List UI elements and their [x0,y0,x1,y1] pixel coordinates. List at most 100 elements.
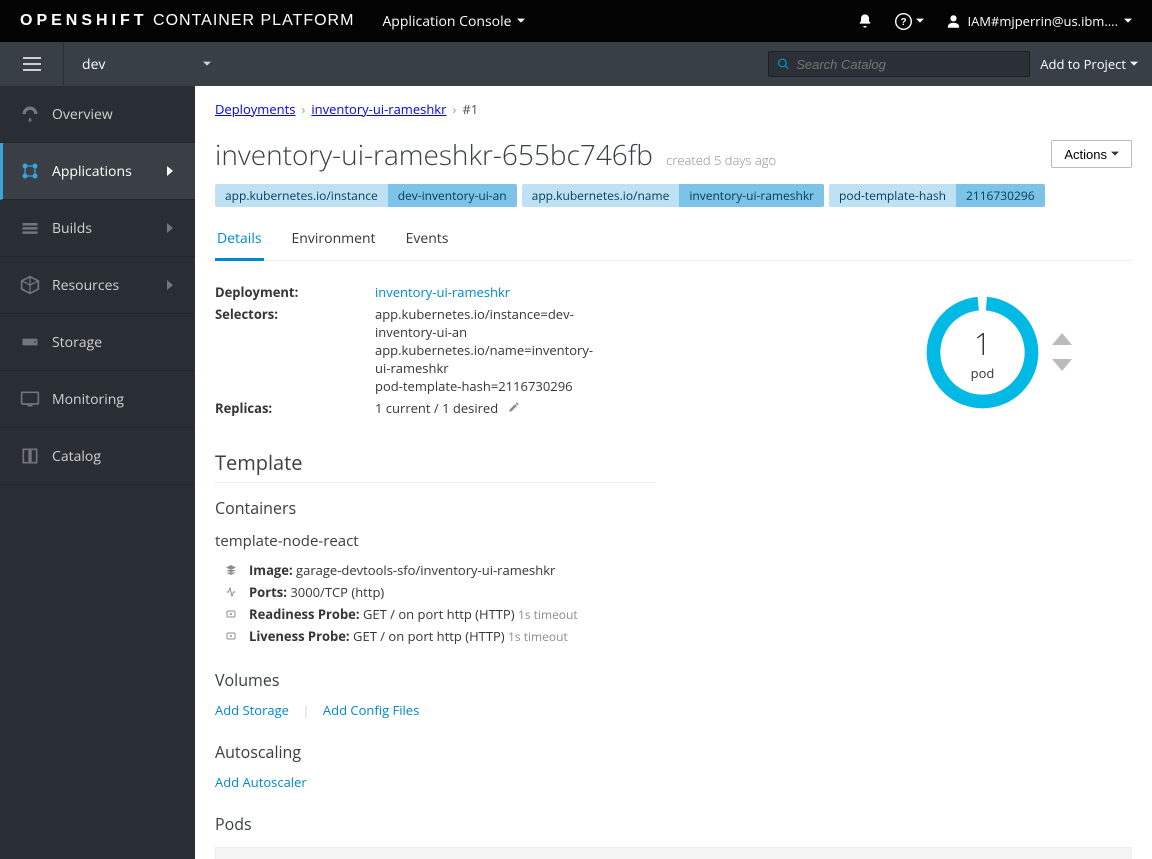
sidebar-item-storage[interactable]: Storage [0,314,195,371]
sidebar-item-label: Storage [52,333,102,352]
sidebar-item-label: Builds [52,219,92,238]
labels: app.kubernetes.io/instance dev-inventory… [215,184,1132,207]
sidebar-item-catalog[interactable]: Catalog [0,428,195,485]
logo-bold: OPENSHIFT [20,12,148,29]
tab-details[interactable]: Details [215,229,264,261]
add-project-label: Add to Project [1040,55,1126,73]
breadcrumb-deployments[interactable]: Deployments [215,100,295,118]
label-key: app.kubernetes.io/instance [215,184,388,207]
selector-3: pod-template-hash=2116730296 [375,377,595,395]
add-autoscaler-link[interactable]: Add Autoscaler [215,773,307,791]
scale-down-icon[interactable] [1052,357,1072,371]
bell-icon[interactable] [857,13,873,29]
pods-table: Name Status Containers Ready Container R… [215,847,1132,859]
label-val: dev-inventory-ui-an [388,184,517,207]
actions-button[interactable]: Actions [1051,140,1132,168]
applications-icon [20,161,40,181]
readiness-val: GET / on port http (HTTP) [363,605,515,623]
pod-donut: 1 pod [925,295,1040,410]
image-line: Image: garage-devtools-sfo/inventory-ui-… [215,559,1132,581]
label-val: inventory-ui-rameshkr [679,184,824,207]
selector-2: app.kubernetes.io/name=inventory-ui-rame… [375,341,595,377]
chevron-right-icon: › [452,100,456,118]
layers-icon [225,564,239,576]
chevron-down-icon [1130,60,1138,68]
add-to-project[interactable]: Add to Project [1040,55,1138,73]
breadcrumb: Deployments › inventory-ui-rameshkr › #1 [215,100,1132,118]
context-selector[interactable]: Application Console [382,12,525,31]
chevron-right-icon [167,166,175,176]
container-details: Image: garage-devtools-sfo/inventory-ui-… [215,559,1132,647]
label-key: pod-template-hash [829,184,956,207]
pencil-icon[interactable] [508,399,520,417]
hamburger-icon [23,57,41,71]
sidebar-item-overview[interactable]: Overview [0,86,195,143]
sidebar-item-resources[interactable]: Resources [0,257,195,314]
svg-text:?: ? [901,17,907,28]
add-config-link[interactable]: Add Config Files [323,701,419,719]
storage-icon [20,332,40,352]
label-hash[interactable]: pod-template-hash 2116730296 [829,184,1045,207]
col-restarts[interactable]: Container Restarts [864,848,1051,859]
col-name[interactable]: Name [216,848,568,859]
chevron-right-icon [167,280,175,290]
replicas-val: 1 current / 1 desired [375,399,595,417]
scale-arrows [1052,333,1072,371]
autoscaling-heading: Autoscaling [215,741,1132,763]
tab-events[interactable]: Events [404,229,451,260]
activity-icon [225,586,239,598]
help-menu[interactable]: ? [895,13,924,30]
context-label: Application Console [382,12,511,31]
tab-environment[interactable]: Environment [290,229,378,260]
label-instance[interactable]: app.kubernetes.io/instance dev-inventory… [215,184,517,207]
chevron-down-icon [1124,17,1132,25]
separator: | [302,701,309,719]
pod-scaler: 1 pod [925,283,1072,421]
hamburger-button[interactable] [0,42,64,86]
label-name[interactable]: app.kubernetes.io/name inventory-ui-rame… [522,184,824,207]
chevron-right-icon: › [301,100,305,118]
selectors-val: app.kubernetes.io/instance=dev-inventory… [375,305,595,395]
chevron-down-icon [517,17,525,25]
col-status[interactable]: Status [567,848,687,859]
col-age[interactable]: Age [1051,848,1132,859]
image-val: garage-devtools-sfo/inventory-ui-rameshk… [296,561,555,579]
logo: OPENSHIFT CONTAINER PLATFORM [20,12,354,30]
add-storage-link[interactable]: Add Storage [215,701,289,719]
project-selector[interactable]: dev [64,42,229,86]
sidebar-item-builds[interactable]: Builds [0,200,195,257]
catalog-search[interactable] [768,51,1030,77]
sidebar-item-applications[interactable]: Applications [0,143,195,200]
probe-icon [225,608,239,620]
container-name: template-node-react [215,531,1132,551]
title-meta: created 5 days ago [666,151,776,169]
deployment-link[interactable]: inventory-ui-rameshkr [375,283,510,301]
breadcrumb-current: #1 [462,100,478,118]
breadcrumb-parent[interactable]: inventory-ui-rameshkr [311,100,446,118]
masthead-right: ? IAM#mjperrin@us.ibm.... [857,12,1132,30]
liveness-line: Liveness Probe: GET / on port http (HTTP… [215,625,1132,647]
details-row: Deployment: inventory-ui-rameshkr Select… [215,283,1132,421]
scale-up-icon[interactable] [1052,333,1072,347]
ports-val: 3000/TCP (http) [290,583,384,601]
detail-list: Deployment: inventory-ui-rameshkr Select… [215,283,595,421]
layout: Overview Applications Builds Resources S… [0,86,1152,859]
label-val: 2116730296 [956,184,1045,207]
template-heading: Template [215,449,655,483]
title-text: inventory-ui-rameshkr-655bc746fb [215,136,653,174]
project-name: dev [82,55,105,74]
logo-light: CONTAINER PLATFORM [153,12,354,29]
sidebar-item-monitoring[interactable]: Monitoring [0,371,195,428]
deployment-key: Deployment: [215,283,375,301]
pod-count: 1 [974,323,991,364]
col-ready[interactable]: Containers Ready [687,848,864,859]
search-input[interactable] [796,57,1021,72]
monitoring-icon [20,389,40,409]
actions-label: Actions [1064,147,1107,162]
page-header: inventory-ui-rameshkr-655bc746fb created… [215,136,1132,174]
page-title: inventory-ui-rameshkr-655bc746fb created… [215,136,776,174]
user-menu[interactable]: IAM#mjperrin@us.ibm.... [946,12,1132,30]
chevron-down-icon [916,17,924,25]
pod-label: pod [971,364,995,382]
sidebar-item-label: Applications [52,162,132,181]
